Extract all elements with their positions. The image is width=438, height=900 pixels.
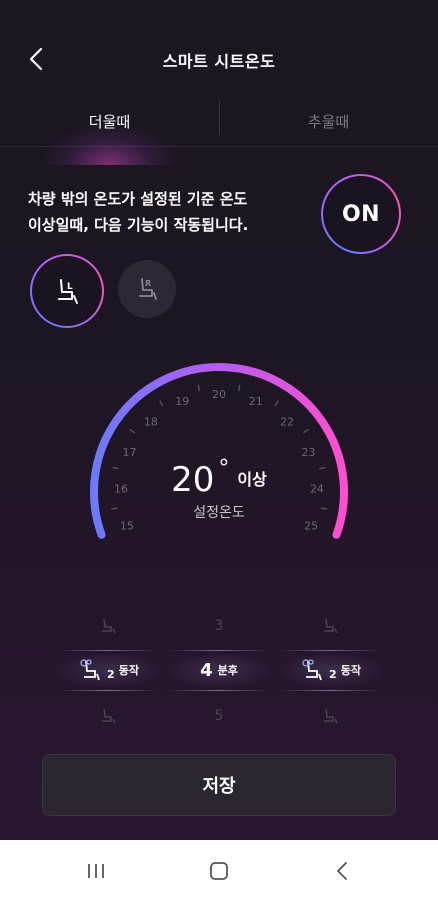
- picker-left-column[interactable]: 2 동작: [48, 610, 168, 730]
- temperature-value: 20: [171, 460, 215, 500]
- picker-right-column[interactable]: 2 동작: [270, 610, 390, 730]
- temperature-suffix: 이상: [237, 469, 267, 489]
- picker-center-above: 3: [214, 618, 224, 634]
- gauge-tick-label: 21: [249, 395, 263, 408]
- header: 스마트 시트온도: [0, 0, 438, 95]
- picker-right-value: 2: [329, 667, 337, 681]
- picker-center-suffix: 분후: [217, 664, 238, 677]
- description-line-2: 이상일때, 다음 기능이 작동됩니다.: [28, 216, 249, 234]
- picker-center-line-top: [169, 650, 269, 651]
- gauge-tick-label: 23: [302, 446, 316, 459]
- gauge-tick-label: 22: [280, 416, 294, 429]
- seat-vent-icon: [324, 618, 338, 634]
- system-back-button[interactable]: [323, 854, 363, 888]
- gauge-tick-label: 17: [122, 446, 136, 459]
- picker-left-selected: 2 동작: [48, 652, 168, 688]
- picker-left-below: [48, 702, 168, 730]
- gauge-tick-mark: [197, 384, 201, 392]
- picker-right-below: [270, 702, 390, 730]
- gauge-tick-mark: [237, 384, 241, 392]
- picker-left-suffix: 동작: [118, 664, 139, 677]
- gauge-tick-mark: [274, 400, 279, 406]
- picker-left-line-top: [58, 650, 158, 651]
- seat-vent-icon: [324, 708, 338, 724]
- gauge-tick-mark: [159, 400, 164, 406]
- picker-center-below: 5: [214, 708, 224, 724]
- recent-apps-button[interactable]: [76, 854, 116, 888]
- picker-center-selected: 4 분후: [159, 652, 279, 688]
- picker-center-column[interactable]: 3 4 분후 5: [159, 610, 279, 730]
- seat-vent-active-icon: [302, 659, 322, 681]
- temperature-caption: 설정온도: [193, 505, 245, 521]
- gauge-tick-mark: [302, 428, 309, 434]
- on-toggle-button[interactable]: ON: [321, 174, 401, 254]
- tab-bar: 더울때 추울때: [0, 95, 438, 165]
- gauge-tick-label: 18: [144, 416, 158, 429]
- picker-center-line-bottom: [169, 690, 269, 691]
- home-icon: [210, 862, 228, 880]
- gauge-tick-label: 19: [175, 395, 189, 408]
- back-icon: [337, 862, 347, 880]
- picker-right-suffix: 동작: [340, 664, 361, 677]
- home-button[interactable]: [199, 854, 239, 888]
- seat-vent-icon: [102, 618, 116, 634]
- tab-hot[interactable]: 더울때: [0, 95, 219, 147]
- seat-left-button[interactable]: L: [30, 254, 104, 328]
- gauge-tick-mark: [129, 428, 136, 434]
- picker-center-value: 4: [200, 659, 213, 681]
- seat-right-icon: R: [139, 278, 157, 300]
- seat-vent-active-icon: [80, 659, 100, 681]
- svg-text:L: L: [67, 282, 73, 292]
- picker-right-line-top: [280, 650, 380, 651]
- picker-left-value: 2: [107, 667, 115, 681]
- description-line-1: 차량 밖의 온도가 설정된 기준 온도: [28, 190, 248, 208]
- page-title: 스마트 시트온도: [162, 52, 276, 71]
- app-screen: 스마트 시트온도 더울때 추울때 차량 밖의 온도가 설정된 기준 온도 이상일…: [0, 0, 438, 840]
- on-toggle-label: ON: [323, 176, 399, 252]
- picker-right-above: [270, 612, 390, 640]
- recent-apps-icon: [88, 864, 104, 878]
- system-navigation-bar: [0, 840, 438, 900]
- picker-right-selected: 2 동작: [270, 652, 390, 688]
- settings-picker: 2 동작 3 4 분후 5 2 동작: [0, 610, 438, 730]
- picker-left-above: [48, 612, 168, 640]
- tab-cold[interactable]: 추울때: [219, 95, 438, 147]
- description: 차량 밖의 온도가 설정된 기준 온도 이상일때, 다음 기능이 작동됩니다.: [28, 186, 328, 238]
- svg-text:R: R: [145, 279, 151, 288]
- picker-right-line-bottom: [280, 690, 380, 691]
- degree-symbol: °: [218, 456, 230, 481]
- save-button[interactable]: 저장: [42, 754, 396, 816]
- gauge-tick-label: 20: [212, 388, 226, 401]
- seat-left-icon: L: [58, 279, 78, 304]
- temperature-display: 20 ° 이상: [0, 456, 438, 500]
- picker-left-line-bottom: [58, 690, 158, 691]
- seat-right-button[interactable]: R: [118, 260, 176, 318]
- seat-vent-icon: [102, 708, 116, 724]
